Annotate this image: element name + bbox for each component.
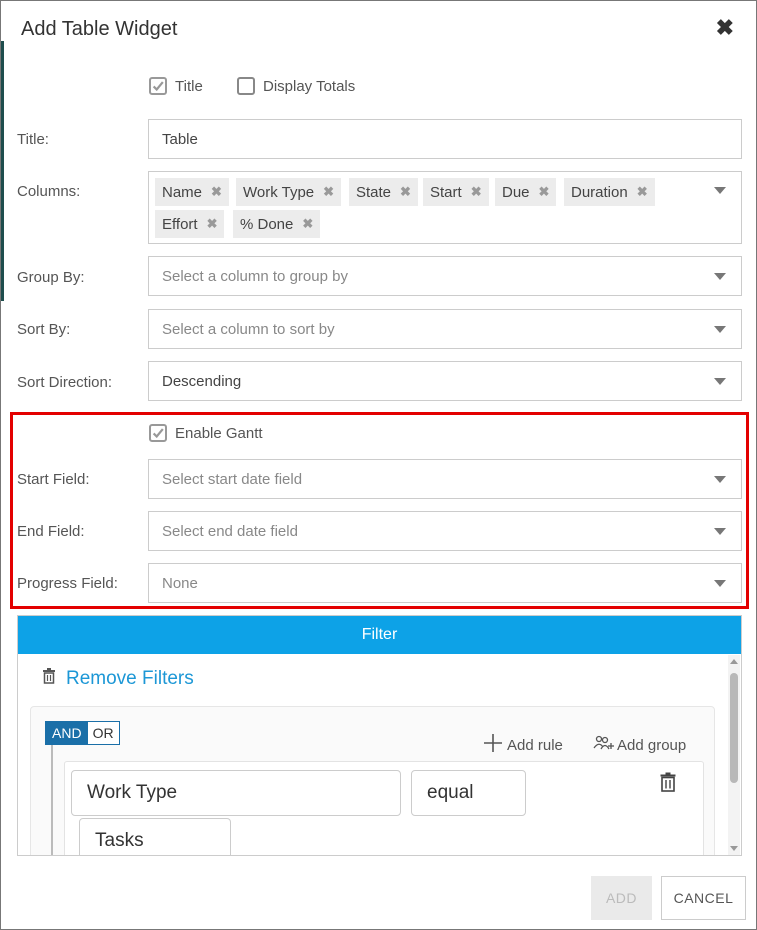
end-field-placeholder: Select end date field (162, 522, 298, 540)
add-group-label: Add group (617, 737, 687, 754)
dialog-title: Add Table Widget (21, 18, 178, 40)
remove-filters-label: Remove Filters (66, 668, 194, 689)
end-field-label: End Field: (17, 523, 85, 540)
checkbox-checked-icon (149, 77, 167, 95)
enable-gantt-checkbox[interactable]: Enable Gantt (149, 424, 263, 442)
or-button[interactable]: OR (87, 722, 119, 744)
chevron-down-icon (714, 528, 726, 535)
remove-tag-icon[interactable]: ✖ (637, 184, 648, 200)
chevron-down-icon (714, 476, 726, 483)
progress-field-select[interactable]: None (148, 563, 742, 603)
rule-field-select[interactable]: Work Type (71, 770, 401, 816)
column-tag: Effort ✖ (155, 210, 225, 238)
and-button[interactable]: AND (46, 722, 88, 744)
rule-field-value: Work Type (87, 782, 178, 803)
display-totals-checkbox[interactable]: Display Totals (237, 77, 355, 95)
close-icon[interactable]: ✖ (716, 15, 734, 41)
progress-field-value: None (162, 574, 198, 592)
remove-tag-icon[interactable]: ✖ (207, 216, 218, 232)
column-tag: Start ✖ (423, 178, 489, 206)
sort-direction-select[interactable]: Descending (148, 361, 742, 401)
checkbox-checked-icon (149, 424, 167, 442)
add-rule-label: Add rule (507, 737, 563, 754)
column-tag-label: Effort (162, 215, 198, 233)
remove-tag-icon[interactable]: ✖ (539, 184, 550, 200)
display-totals-label: Display Totals (263, 77, 356, 95)
column-tag-label: Due (502, 183, 530, 201)
filter-scrollbar[interactable] (728, 655, 740, 855)
rule-value-select[interactable]: Tasks (79, 818, 231, 855)
title-checkbox-label: Title (175, 77, 203, 95)
group-by-select[interactable]: Select a column to group by (148, 256, 742, 296)
sort-by-placeholder: Select a column to sort by (162, 320, 335, 338)
tree-connector (51, 745, 53, 855)
title-input-value: Table (162, 130, 198, 148)
column-tag-label: State (356, 183, 392, 201)
rule-operator-value: equal (427, 782, 474, 803)
column-tag: Name ✖ (155, 178, 229, 206)
column-tag: State ✖ (349, 178, 418, 206)
start-field-label: Start Field: (17, 471, 90, 488)
sort-direction-label: Sort Direction: (17, 374, 113, 391)
sort-direction-value: Descending (162, 372, 242, 390)
sort-by-select[interactable]: Select a column to sort by (148, 309, 742, 349)
condition-toggle: AND OR (45, 721, 120, 745)
group-add-icon (593, 735, 614, 749)
rule-value: Tasks (95, 830, 144, 851)
column-tag-label: Duration (571, 183, 628, 201)
column-tag: Due ✖ (495, 178, 557, 206)
chevron-down-icon (714, 378, 726, 385)
columns-label: Columns: (17, 183, 81, 200)
remove-filters-button[interactable]: Remove Filters (42, 668, 194, 690)
chevron-down-icon (714, 326, 726, 333)
chevron-down-icon (714, 580, 726, 587)
add-table-widget-dialog: Add Table Widget ✖ Title Display Totals … (0, 0, 757, 930)
scroll-up-icon[interactable] (730, 659, 738, 664)
column-tag-label: % Done (240, 215, 294, 233)
background-strip (1, 41, 4, 301)
title-input[interactable]: Table (148, 119, 742, 159)
column-tag: Duration ✖ (564, 178, 655, 206)
cancel-button[interactable]: CANCEL (661, 876, 746, 920)
chevron-down-icon[interactable] (714, 187, 726, 194)
plus-icon (484, 733, 502, 752)
filter-panel: Filter Remove Filters AND OR Add rule Ad… (17, 615, 742, 856)
column-tag-label: Work Type (243, 183, 315, 201)
remove-tag-icon[interactable]: ✖ (471, 184, 482, 200)
delete-rule-button[interactable] (660, 772, 676, 796)
rule-operator-select[interactable]: equal (411, 770, 526, 816)
query-builder: AND OR Add rule Add group Work Type equa… (30, 706, 715, 855)
trash-icon (42, 668, 56, 690)
remove-tag-icon[interactable]: ✖ (400, 184, 411, 200)
remove-tag-icon[interactable]: ✖ (211, 184, 222, 200)
filter-header: Filter (18, 616, 741, 654)
end-field-select[interactable]: Select end date field (148, 511, 742, 551)
start-field-select[interactable]: Select start date field (148, 459, 742, 499)
remove-tag-icon[interactable]: ✖ (302, 216, 313, 232)
enable-gantt-label: Enable Gantt (175, 424, 263, 442)
sort-by-label: Sort By: (17, 321, 71, 338)
add-rule-button[interactable]: Add rule (483, 731, 563, 754)
chevron-down-icon (714, 273, 726, 280)
title-checkbox[interactable]: Title (149, 77, 203, 95)
column-tag-label: Start (430, 183, 462, 201)
start-field-placeholder: Select start date field (162, 470, 303, 488)
column-tag: Work Type ✖ (236, 178, 342, 206)
filter-rule: Work Type equal Tasks (64, 761, 704, 855)
scroll-thumb[interactable] (730, 673, 738, 783)
trash-icon (660, 772, 676, 792)
checkbox-unchecked-icon (237, 77, 255, 95)
column-tag-label: Name (162, 183, 203, 201)
title-label: Title: (17, 131, 49, 148)
columns-multiselect[interactable]: Name ✖ Work Type ✖ State ✖ Start ✖ Due ✖ Dura… (148, 171, 742, 244)
add-group-button[interactable]: Add group (593, 731, 686, 754)
group-by-placeholder: Select a column to group by (162, 267, 348, 285)
progress-field-label: Progress Field: (17, 575, 118, 592)
group-by-label: Group By: (17, 269, 85, 286)
remove-tag-icon[interactable]: ✖ (323, 184, 334, 200)
column-tag: % Done ✖ (233, 210, 321, 238)
add-button[interactable]: ADD (591, 876, 652, 920)
scroll-down-icon[interactable] (730, 846, 738, 851)
